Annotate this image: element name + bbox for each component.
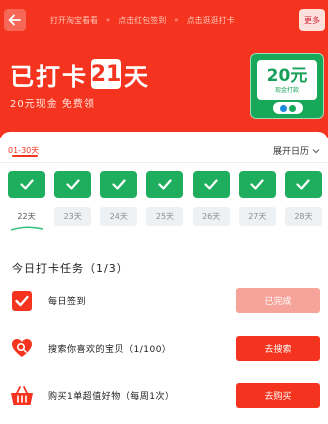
alipay-dot-icon [280,104,287,112]
task-row: 每日签到 已完成 [0,285,328,317]
streak-prefix: 已打卡 [10,62,88,91]
checkmark-icon [158,179,172,190]
day-label: 22天 [8,207,45,226]
wechat-dot-icon [289,104,296,112]
day-item[interactable]: 28天 [284,171,322,232]
day-item[interactable]: 24天 [100,171,138,232]
checkmark-icon [250,179,264,190]
task-row: 购买1单超值好物（每周1次） 去购买 [0,380,328,412]
checkmark-icon [19,179,34,190]
streak-title: 已打卡 21 天 [10,58,150,91]
checked-day [8,171,45,198]
go-search-button[interactable]: 去搜索 [236,336,320,361]
checked-day [100,171,138,198]
checked-day [192,171,230,198]
day-item[interactable]: 23天 [54,171,92,232]
today-marker-icon [10,226,43,231]
checked-day [54,171,92,198]
chevron-down-icon [312,148,320,153]
checked-day [238,171,276,198]
cash-voucher: 20元 现金打款 [257,60,317,100]
header: 打开淘宝看看 » 点击红包签到 » 点击逛逛打卡 更多 已打卡 21 天 20元… [0,0,328,138]
day-strip: 22天 23天 24天 25天 26天 27天 28天 [8,171,322,232]
task-text: 购买1单超值好物（每周1次） [48,392,175,402]
checkmark-icon [66,179,80,190]
task-row: 搜索你喜欢的宝贝（1/100） 去搜索 [0,333,328,365]
cash-amount: 20元 [266,65,308,86]
ticker-item: 打开淘宝看看 [50,15,98,25]
day-label: 24天 [100,207,138,226]
cash-label: 现金打款 [274,86,299,94]
day-label: 27天 [238,207,276,226]
arrow-left-icon [8,14,21,26]
checked-day [284,171,322,198]
streak-suffix: 天 [124,62,150,91]
expand-calendar-label: 展开日历 [272,147,309,157]
checkin-card: 01-30天 展开日历 22天 23天 24天 25天 26天 27天 28天 … [0,132,328,424]
more-button[interactable]: 更多 [299,9,325,31]
basket-icon [10,384,34,408]
payment-badge-icon [273,102,303,114]
tasks-title: 今日打卡任务（1/3） [12,262,129,275]
task-text: 每日签到 [48,297,87,307]
cash-reward-card[interactable]: 20元 现金打款 [250,53,324,119]
heart-search-icon [10,337,34,361]
reward-subtitle: 20元现金 免费领 [10,99,95,110]
day-item[interactable]: 25天 [146,171,184,232]
task-text: 搜索你喜欢的宝贝（1/100） [48,345,172,355]
streak-count: 21 [91,59,121,89]
checked-day [146,171,184,198]
day-label: 26天 [192,207,230,226]
task-done-button[interactable]: 已完成 [236,288,320,313]
go-buy-button[interactable]: 去购买 [236,383,320,408]
range-tab-underline [12,155,38,157]
ticker: 打开淘宝看看 » 点击红包签到 » 点击逛逛打卡 [50,13,295,27]
day-label: 23天 [54,207,92,226]
double-chevron-icon: » [174,16,179,24]
day-label: 28天 [284,207,322,226]
day-item[interactable]: 27天 [238,171,276,232]
ticker-item: 点击逛逛打卡 [186,15,235,25]
ticker-item: 点击红包签到 [118,15,167,25]
day-item[interactable]: 26天 [192,171,230,232]
checkmark-icon [204,179,218,190]
day-label: 25天 [146,207,184,226]
back-button[interactable] [4,9,26,31]
expand-calendar-button[interactable]: 展开日历 [273,144,320,157]
day-item[interactable]: 22天 [8,171,45,232]
divider [0,162,328,163]
checkmark-icon [296,179,311,190]
checkmark-icon [112,179,126,190]
double-chevron-icon: » [106,16,111,24]
checkbox-icon [10,289,34,313]
